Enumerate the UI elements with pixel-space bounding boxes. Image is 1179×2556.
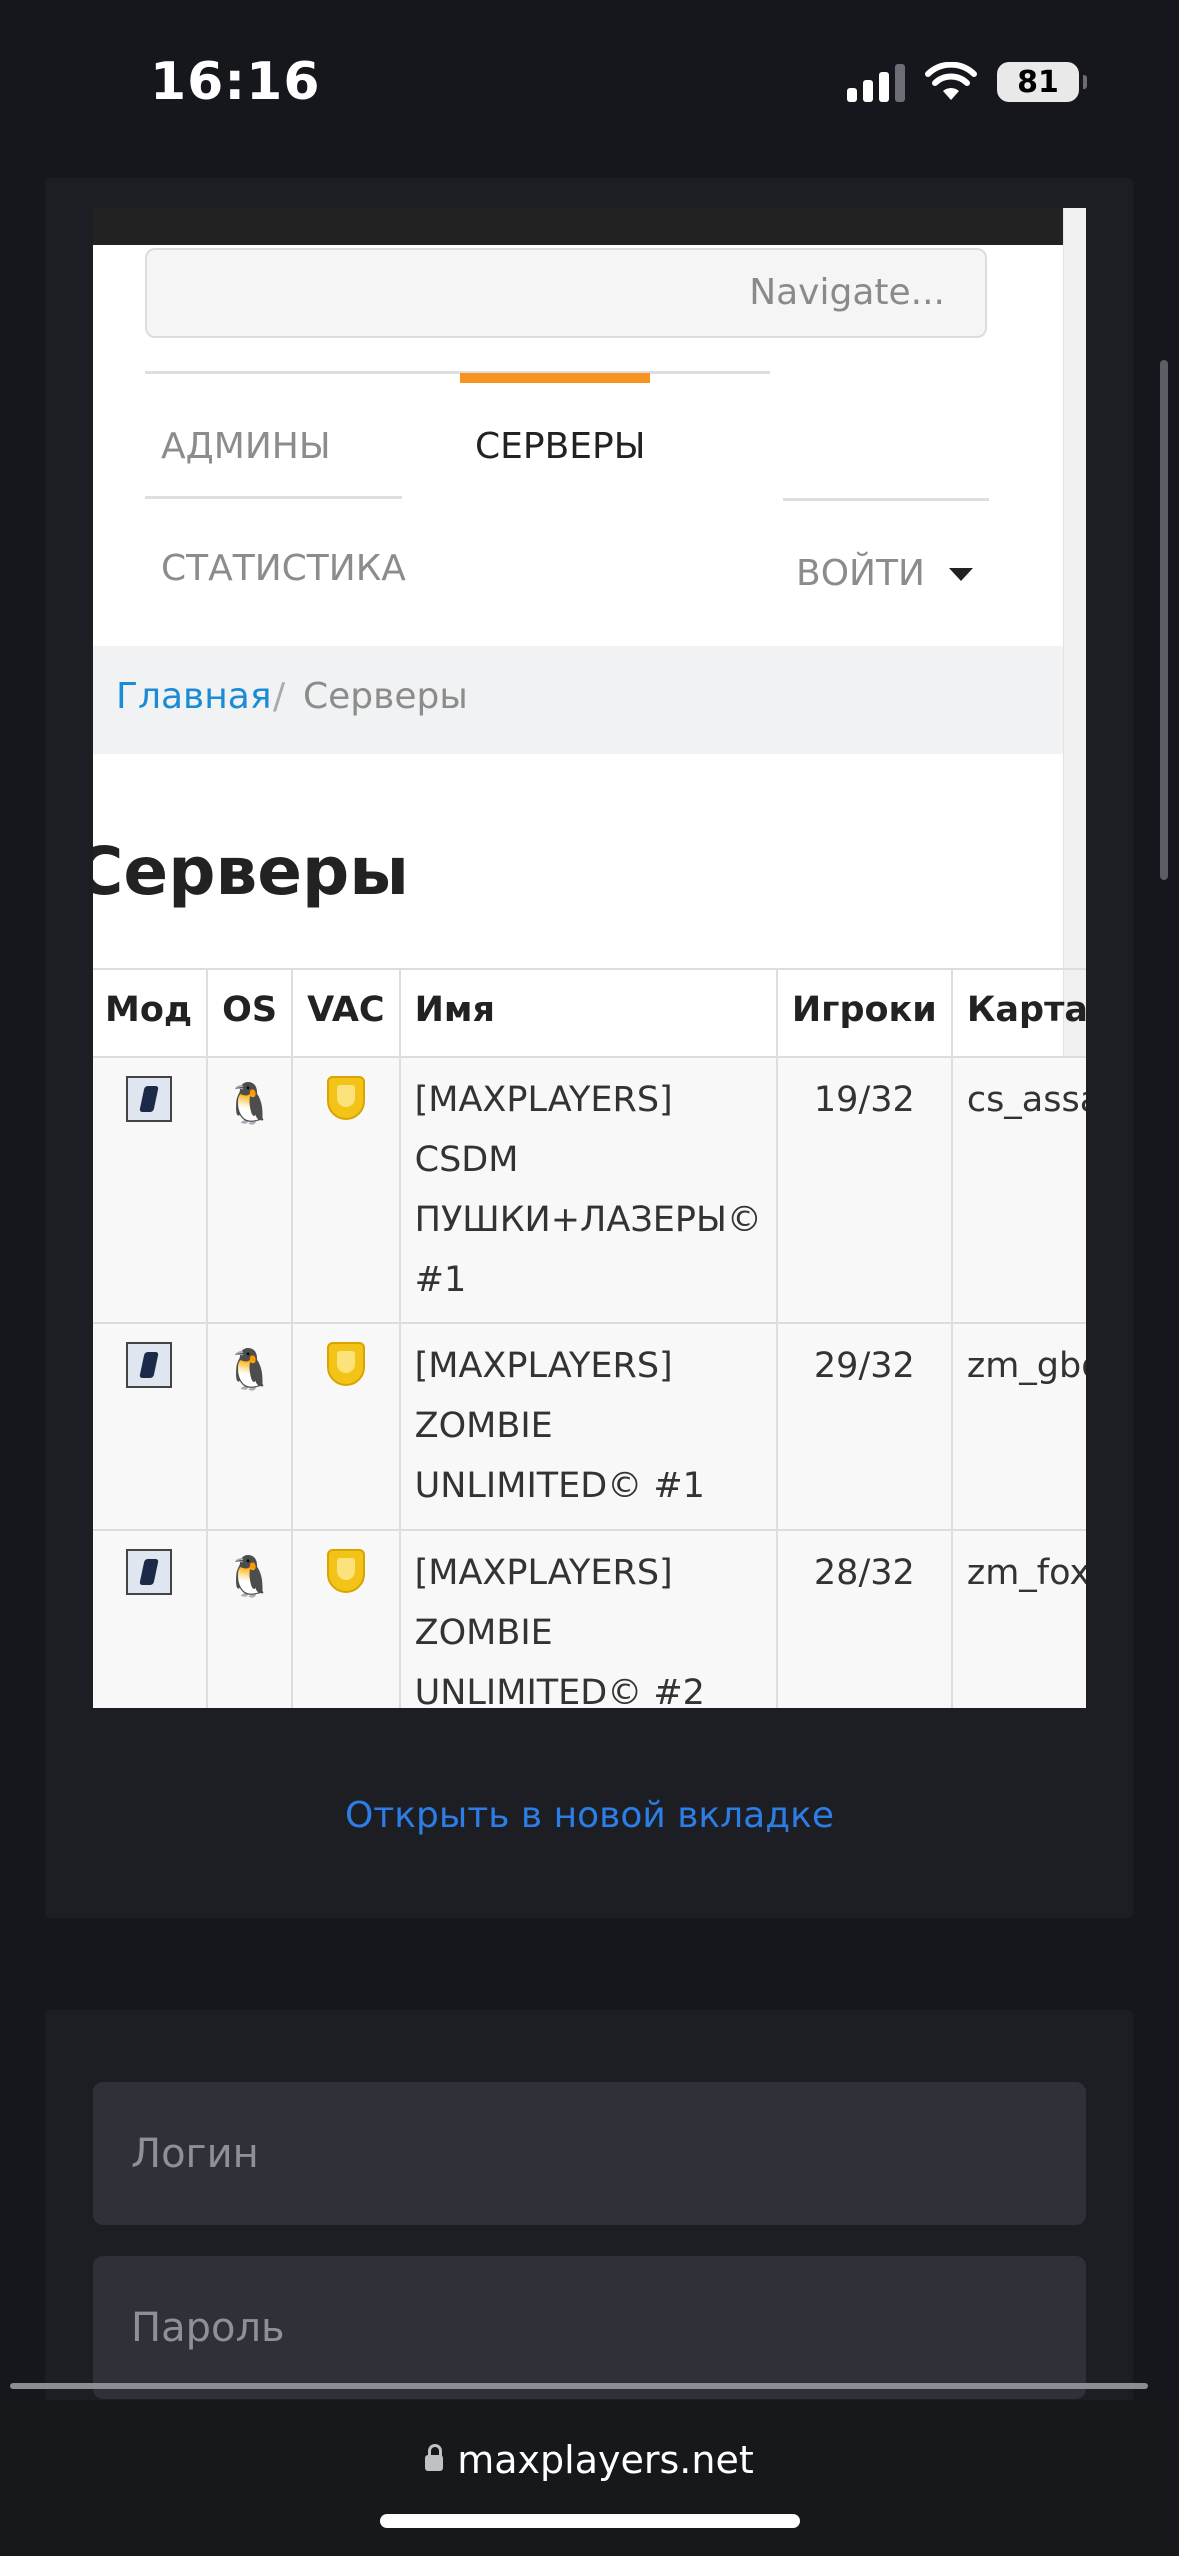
embedded-site-frame[interactable]: Navigate... АДМИНЫ СЕРВЕРЫ СТАТИСТИКА ВО… [93,208,1086,1708]
page-title: Серверы [93,833,409,910]
counter-strike-icon [125,1342,172,1388]
table-header-row: Мод OS VAC Имя Игроки Карта [93,968,1086,1058]
status-icons: 81 [847,62,1087,102]
menu-item-admins[interactable]: АДМИНЫ [161,426,331,467]
column-header-map: Карта [950,968,1086,1058]
vac-cell [291,1056,401,1324]
breadcrumb-home-link[interactable]: Главная [116,676,272,717]
cellular-signal-icon [847,62,905,102]
status-time: 16:16 [150,52,321,112]
active-tab-indicator [460,373,650,383]
table-row[interactable]: 🐧 [MAXPLAYERS] ZOMBIE UNLIMITED© #1 29/3… [93,1322,1086,1531]
password-field[interactable]: Пароль [93,2256,1086,2399]
lock-icon [425,2444,444,2471]
address-bar[interactable]: maxplayers.net [0,2438,1179,2482]
server-players: 29/32 [775,1322,953,1531]
menu-divider [783,498,989,501]
linux-tux-icon: 🐧 [224,1554,275,1600]
chevron-down-icon[interactable] [949,568,973,581]
breadcrumb: Главная / Серверы [93,646,1063,754]
login-field[interactable]: Логин [93,2082,1086,2225]
table-row[interactable]: 🐧 [MAXPLAYERS] ZOMBIE UNLIMITED© #2 28/3… [93,1529,1086,1708]
page-scrollbar[interactable] [1160,360,1168,880]
os-cell: 🐧 [206,1529,294,1708]
server-name[interactable]: [MAXPLAYERS] ZOMBIE UNLIMITED© #1 [398,1322,778,1531]
vac-shield-icon [326,1549,365,1593]
battery-icon: 81 [997,62,1087,102]
breadcrumb-current: Серверы [303,676,468,717]
server-players: 19/32 [775,1056,953,1324]
server-map: zm_gbox [950,1322,1086,1531]
toolbar-divider [10,2383,1148,2389]
menu-divider [145,371,770,374]
column-header-os: OS [206,968,294,1058]
site-topbar [93,208,1063,245]
mod-cell [93,1529,209,1708]
linux-tux-icon: 🐧 [224,1081,275,1127]
table-row[interactable]: 🐧 [MAXPLAYERS] CSDM ПУШКИ+ЛАЗЕРЫ© #1 19/… [93,1056,1086,1324]
counter-strike-icon [125,1549,172,1595]
wifi-icon [925,62,977,100]
vac-shield-icon [326,1342,365,1386]
os-cell: 🐧 [206,1056,294,1324]
menu-item-login[interactable]: ВОЙТИ [796,553,925,594]
mod-cell [93,1056,209,1324]
breadcrumb-separator: / [273,676,286,717]
server-name[interactable]: [MAXPLAYERS] ZOMBIE UNLIMITED© #2 [398,1529,778,1708]
open-new-tab-link[interactable]: Открыть в новой вкладке [0,1795,1179,1836]
servers-table: Мод OS VAC Имя Игроки Карта 🐧 [MAXPLAYER… [93,968,1086,1708]
column-header-name: Имя [398,968,778,1058]
server-name[interactable]: [MAXPLAYERS] CSDM ПУШКИ+ЛАЗЕРЫ© #1 [398,1056,778,1324]
home-indicator[interactable] [380,2514,800,2528]
vac-shield-icon [326,1076,365,1120]
server-map: cs_assaul [950,1056,1086,1324]
menu-item-servers[interactable]: СЕРВЕРЫ [475,426,646,467]
vac-cell [291,1529,401,1708]
url-text: maxplayers.net [457,2438,754,2482]
mod-cell [93,1322,209,1531]
menu-item-statistics[interactable]: СТАТИСТИКА [161,548,406,589]
column-header-mod: Мод [93,968,209,1058]
server-players: 28/32 [775,1529,953,1708]
counter-strike-icon [125,1076,172,1122]
server-map: zm_fox_m [950,1529,1086,1708]
linux-tux-icon: 🐧 [224,1347,275,1393]
navigate-select[interactable]: Navigate... [145,248,987,338]
column-header-players: Игроки [775,968,953,1058]
column-header-vac: VAC [291,968,401,1058]
vac-cell [291,1322,401,1531]
menu-divider [145,496,402,499]
os-cell: 🐧 [206,1322,294,1531]
